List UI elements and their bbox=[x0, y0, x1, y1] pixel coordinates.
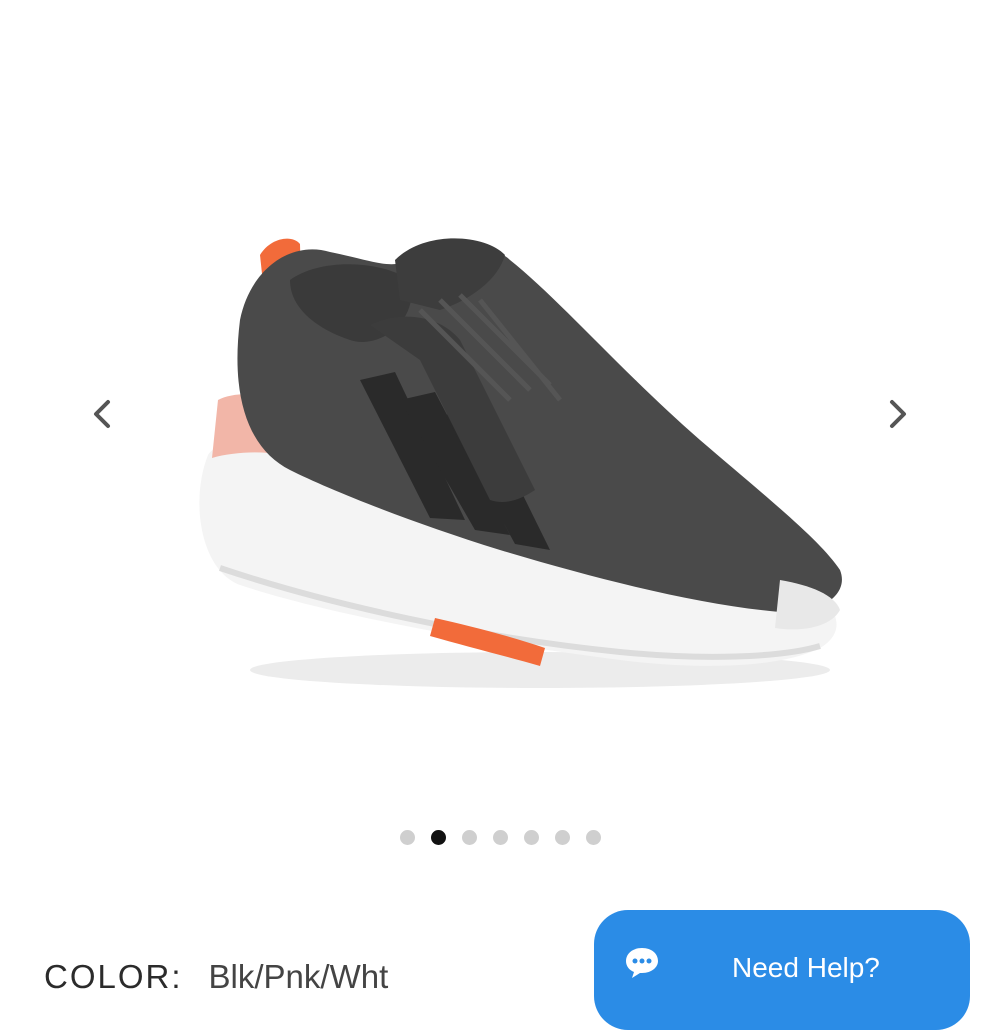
pagination-dot[interactable] bbox=[585, 830, 601, 845]
product-image bbox=[199, 238, 842, 688]
chevron-right-icon bbox=[890, 400, 906, 428]
image-pagination bbox=[0, 830, 1000, 845]
color-selection: COLOR: Blk/Pnk/Wht bbox=[44, 958, 388, 996]
pagination-dot[interactable] bbox=[554, 830, 570, 845]
product-gallery bbox=[0, 0, 1000, 880]
need-help-label: Need Help? bbox=[732, 952, 880, 983]
next-image-button[interactable] bbox=[876, 392, 920, 436]
previous-image-button[interactable] bbox=[80, 392, 124, 436]
color-label: COLOR: bbox=[44, 958, 183, 995]
chat-bubble-icon bbox=[626, 948, 658, 978]
pagination-dot[interactable] bbox=[399, 830, 415, 845]
pagination-dot[interactable] bbox=[492, 830, 508, 845]
pagination-dot[interactable] bbox=[523, 830, 539, 845]
color-value: Blk/Pnk/Wht bbox=[208, 958, 389, 995]
need-help-button[interactable]: Need Help? bbox=[594, 910, 970, 1030]
chevron-left-icon bbox=[94, 400, 110, 428]
pagination-dot-active[interactable] bbox=[430, 830, 446, 845]
pagination-dot[interactable] bbox=[461, 830, 477, 845]
